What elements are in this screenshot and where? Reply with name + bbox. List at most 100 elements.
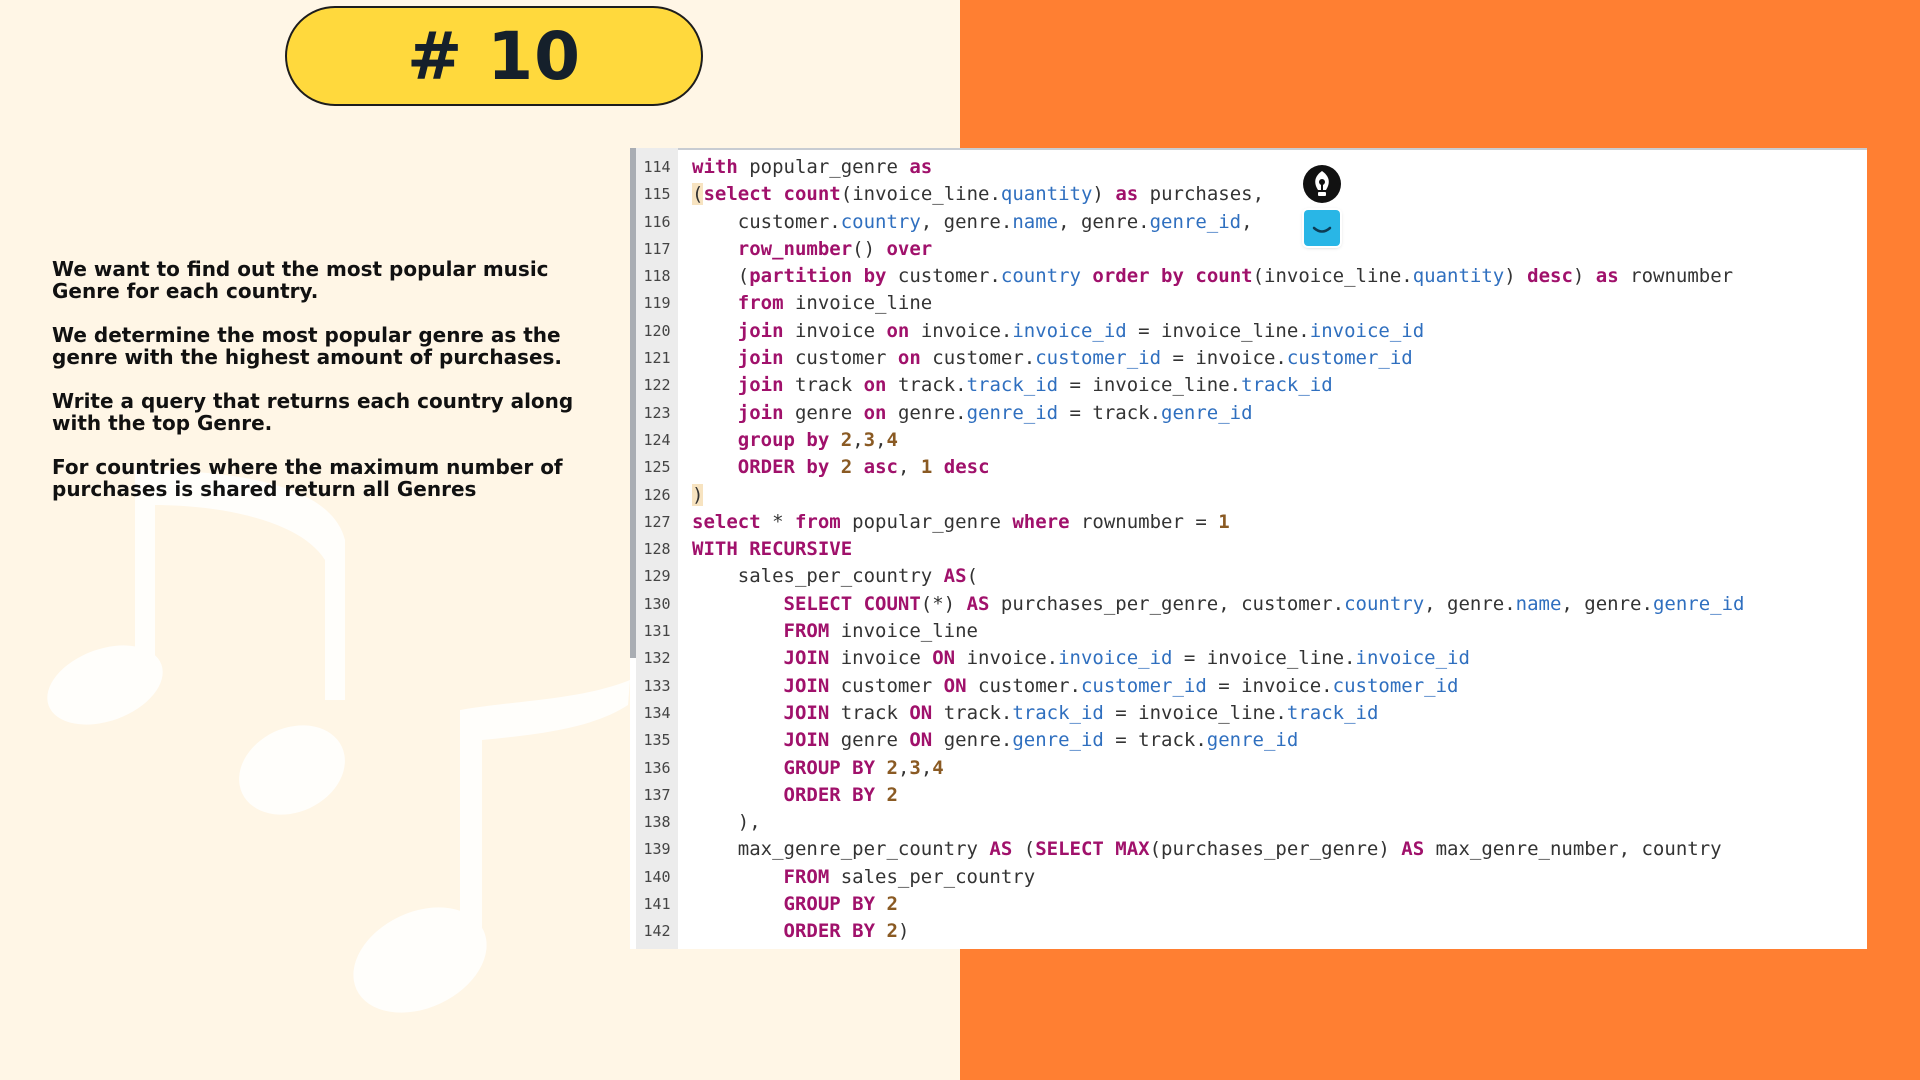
code-line[interactable]: 129 sales_per_country AS( (630, 563, 1867, 590)
code-token: , (852, 428, 864, 451)
code-token: customer (829, 674, 944, 697)
code-token: join (737, 374, 784, 397)
code-token: ( (692, 265, 750, 288)
code-line[interactable]: 117 row_number() over (630, 236, 1867, 263)
code-token: = invoice_line. (1172, 647, 1356, 670)
code-token: partition by (749, 265, 887, 288)
code-token: country (1000, 265, 1081, 288)
code-line[interactable]: 115 (select count(invoice_line.quantity) … (630, 181, 1867, 208)
code-token: = track. (1103, 729, 1207, 752)
line-number: 131 (643, 622, 671, 641)
code-token: join (737, 347, 784, 370)
code-token: customer_id (1332, 674, 1459, 697)
code-line[interactable]: 135 JOIN genre ON genre.genre_id = track… (630, 727, 1867, 754)
code-token: , (897, 756, 910, 779)
code-line[interactable]: 142 ORDER BY 2) (630, 918, 1867, 945)
code-token: AS (1401, 838, 1425, 861)
code-line[interactable]: 125 ORDER by 2 asc, 1 desc (630, 454, 1867, 481)
line-number: 119 (643, 294, 671, 313)
code-line[interactable]: 124 group by 2,3,4 (630, 427, 1867, 454)
code-token: FROM (783, 865, 830, 888)
code-line[interactable]: 138 ), (630, 809, 1867, 836)
code-line[interactable]: 114 with popular_genre as (630, 154, 1867, 181)
code-token: (*) (920, 592, 967, 615)
sql-code-editor[interactable]: 114 with popular_genre as 115 (select count… (630, 148, 1867, 949)
code-token: country (1344, 592, 1425, 615)
code-line[interactable]: 123 join genre on genre.genre_id = track… (630, 400, 1867, 427)
code-line[interactable]: 126) (630, 482, 1867, 509)
code-token: ( (966, 565, 979, 588)
code-token: track (783, 374, 864, 397)
code-token: invoice_id (1309, 319, 1425, 342)
code-token: GROUP BY (783, 893, 876, 916)
code-line[interactable]: 141 GROUP BY 2 (630, 891, 1867, 918)
code-line[interactable]: 136 GROUP BY 2,3,4 (630, 755, 1867, 782)
code-text: row_number() over (692, 236, 932, 263)
code-token: FROM (783, 620, 830, 643)
code-token: customer. (966, 674, 1081, 697)
line-number: 122 (643, 376, 671, 395)
code-token: desc (1527, 265, 1573, 288)
code-line[interactable]: 119 from invoice_line (630, 290, 1867, 317)
code-line[interactable]: 139 max_genre_per_country AS (SELECT MAX… (630, 836, 1867, 863)
line-number: 128 (643, 540, 671, 559)
code-line[interactable]: 131 FROM invoice_line (630, 618, 1867, 645)
code-line[interactable]: 130 SELECT COUNT(*) AS purchases_per_gen… (630, 591, 1867, 618)
code-token: on (886, 319, 910, 342)
code-text: GROUP BY 2 (692, 891, 898, 918)
code-token: GROUP BY (783, 756, 876, 779)
code-token: over (886, 237, 933, 260)
code-token: 2 (886, 893, 898, 916)
code-line[interactable]: 133 JOIN customer ON customer.customer_i… (630, 673, 1867, 700)
code-token: () (852, 237, 887, 260)
code-text: max_genre_per_country AS (SELECT MAX(pur… (692, 836, 1722, 863)
code-lines[interactable]: 114 with popular_genre as 115 (select count… (630, 154, 1867, 946)
code-token: row_number (737, 237, 853, 260)
code-token: , genre. (1424, 592, 1516, 615)
code-token: , genre. (920, 210, 1013, 233)
code-token: genre_id (1012, 729, 1104, 752)
line-number: 126 (643, 485, 671, 504)
editor-top-border (630, 148, 1867, 150)
code-token: track_id (1012, 701, 1104, 724)
code-token: genre. (932, 729, 1013, 752)
code-line[interactable]: 140 FROM sales_per_country (630, 864, 1867, 891)
code-line[interactable]: 116 customer.country, genre.name, genre.… (630, 209, 1867, 236)
pen-nib-icon[interactable] (1302, 164, 1342, 204)
code-line[interactable]: 132 JOIN invoice ON invoice.invoice_id =… (630, 645, 1867, 672)
code-token: 2 (886, 783, 898, 806)
code-token: customer_id (1080, 674, 1207, 697)
code-token: where (1012, 510, 1070, 533)
code-token: ON (932, 647, 956, 670)
line-number: 124 (643, 430, 671, 449)
code-line[interactable]: 121 join customer on customer.customer_i… (630, 345, 1867, 372)
code-text: FROM invoice_line (692, 618, 978, 645)
code-line[interactable]: 127 select * from popular_genre where row… (630, 509, 1867, 536)
code-token: customer. (692, 210, 841, 233)
code-token: with (692, 156, 738, 178)
code-line[interactable]: 122 join track on track.track_id = invoi… (630, 372, 1867, 399)
code-token: ORDER BY (783, 920, 876, 943)
code-line[interactable]: 134 JOIN track ON track.track_id = invoi… (630, 700, 1867, 727)
code-token: SELECT MAX (1035, 838, 1150, 861)
code-token: customer (783, 347, 898, 370)
code-token: genre (829, 729, 910, 752)
code-line[interactable]: 118 (partition by customer.country order… (630, 263, 1867, 290)
code-line[interactable]: 120 join invoice on invoice.invoice_id =… (630, 318, 1867, 345)
code-token: , (875, 428, 887, 451)
code-token: quantity (1000, 183, 1093, 206)
code-line[interactable]: 137 ORDER BY 2 (630, 782, 1867, 809)
chat-bubble-icon[interactable] (1304, 210, 1340, 246)
code-line[interactable]: 128 WITH RECURSIVE (630, 536, 1867, 563)
code-token: invoice_line (829, 620, 978, 643)
line-number: 141 (643, 895, 671, 914)
code-text: ORDER by 2 asc, 1 desc (692, 454, 990, 481)
code-token: , genre. (1058, 210, 1150, 233)
